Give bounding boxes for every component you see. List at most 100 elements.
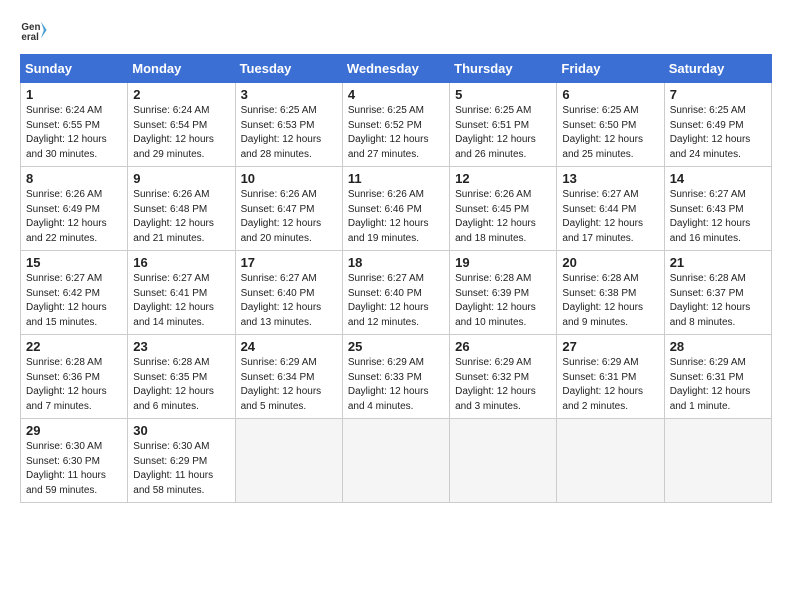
day-info: Sunrise: 6:28 AM Sunset: 6:36 PM Dayligh… bbox=[26, 356, 122, 414]
day-info: Sunrise: 6:25 AM Sunset: 6:49 PM Dayligh… bbox=[670, 104, 766, 162]
day-info: Sunrise: 6:25 AM Sunset: 6:51 PM Dayligh… bbox=[455, 104, 551, 162]
day-number: 23 bbox=[133, 339, 229, 354]
svg-text:eral: eral bbox=[21, 32, 39, 43]
day-info: Sunrise: 6:26 AM Sunset: 6:45 PM Dayligh… bbox=[455, 188, 551, 246]
day-info: Sunrise: 6:27 AM Sunset: 6:41 PM Dayligh… bbox=[133, 272, 229, 330]
weekday-header: Monday bbox=[128, 55, 235, 83]
day-info: Sunrise: 6:26 AM Sunset: 6:46 PM Dayligh… bbox=[348, 188, 444, 246]
calendar-cell: 13 Sunrise: 6:27 AM Sunset: 6:44 PM Dayl… bbox=[557, 167, 664, 251]
calendar-cell bbox=[557, 419, 664, 503]
day-number: 12 bbox=[455, 171, 551, 186]
day-info: Sunrise: 6:25 AM Sunset: 6:52 PM Dayligh… bbox=[348, 104, 444, 162]
day-number: 17 bbox=[241, 255, 337, 270]
day-info: Sunrise: 6:27 AM Sunset: 6:40 PM Dayligh… bbox=[348, 272, 444, 330]
calendar-cell: 11 Sunrise: 6:26 AM Sunset: 6:46 PM Dayl… bbox=[342, 167, 449, 251]
calendar-cell: 16 Sunrise: 6:27 AM Sunset: 6:41 PM Dayl… bbox=[128, 251, 235, 335]
day-info: Sunrise: 6:27 AM Sunset: 6:42 PM Dayligh… bbox=[26, 272, 122, 330]
day-info: Sunrise: 6:28 AM Sunset: 6:37 PM Dayligh… bbox=[670, 272, 766, 330]
day-info: Sunrise: 6:27 AM Sunset: 6:43 PM Dayligh… bbox=[670, 188, 766, 246]
day-number: 10 bbox=[241, 171, 337, 186]
day-number: 25 bbox=[348, 339, 444, 354]
day-number: 28 bbox=[670, 339, 766, 354]
calendar-cell: 27 Sunrise: 6:29 AM Sunset: 6:31 PM Dayl… bbox=[557, 335, 664, 419]
day-info: Sunrise: 6:28 AM Sunset: 6:38 PM Dayligh… bbox=[562, 272, 658, 330]
calendar-cell: 17 Sunrise: 6:27 AM Sunset: 6:40 PM Dayl… bbox=[235, 251, 342, 335]
day-number: 4 bbox=[348, 87, 444, 102]
day-number: 8 bbox=[26, 171, 122, 186]
calendar-cell: 2 Sunrise: 6:24 AM Sunset: 6:54 PM Dayli… bbox=[128, 83, 235, 167]
calendar-cell: 20 Sunrise: 6:28 AM Sunset: 6:38 PM Dayl… bbox=[557, 251, 664, 335]
calendar-cell: 8 Sunrise: 6:26 AM Sunset: 6:49 PM Dayli… bbox=[21, 167, 128, 251]
calendar-week-row: 22 Sunrise: 6:28 AM Sunset: 6:36 PM Dayl… bbox=[21, 335, 772, 419]
day-number: 7 bbox=[670, 87, 766, 102]
logo-icon: Gen eral bbox=[20, 16, 48, 44]
calendar-cell: 6 Sunrise: 6:25 AM Sunset: 6:50 PM Dayli… bbox=[557, 83, 664, 167]
day-info: Sunrise: 6:27 AM Sunset: 6:40 PM Dayligh… bbox=[241, 272, 337, 330]
weekday-header: Friday bbox=[557, 55, 664, 83]
calendar-cell bbox=[664, 419, 771, 503]
day-number: 14 bbox=[670, 171, 766, 186]
calendar-cell bbox=[450, 419, 557, 503]
calendar-week-row: 1 Sunrise: 6:24 AM Sunset: 6:55 PM Dayli… bbox=[21, 83, 772, 167]
day-info: Sunrise: 6:25 AM Sunset: 6:53 PM Dayligh… bbox=[241, 104, 337, 162]
logo: Gen eral bbox=[20, 16, 52, 44]
page-header: Gen eral bbox=[20, 16, 772, 44]
day-number: 22 bbox=[26, 339, 122, 354]
day-info: Sunrise: 6:24 AM Sunset: 6:55 PM Dayligh… bbox=[26, 104, 122, 162]
calendar-cell: 24 Sunrise: 6:29 AM Sunset: 6:34 PM Dayl… bbox=[235, 335, 342, 419]
day-number: 5 bbox=[455, 87, 551, 102]
calendar-cell: 28 Sunrise: 6:29 AM Sunset: 6:31 PM Dayl… bbox=[664, 335, 771, 419]
day-number: 24 bbox=[241, 339, 337, 354]
day-info: Sunrise: 6:24 AM Sunset: 6:54 PM Dayligh… bbox=[133, 104, 229, 162]
day-info: Sunrise: 6:27 AM Sunset: 6:44 PM Dayligh… bbox=[562, 188, 658, 246]
calendar-cell: 15 Sunrise: 6:27 AM Sunset: 6:42 PM Dayl… bbox=[21, 251, 128, 335]
day-info: Sunrise: 6:26 AM Sunset: 6:47 PM Dayligh… bbox=[241, 188, 337, 246]
calendar-week-row: 8 Sunrise: 6:26 AM Sunset: 6:49 PM Dayli… bbox=[21, 167, 772, 251]
day-number: 19 bbox=[455, 255, 551, 270]
calendar-cell: 26 Sunrise: 6:29 AM Sunset: 6:32 PM Dayl… bbox=[450, 335, 557, 419]
day-number: 21 bbox=[670, 255, 766, 270]
day-number: 6 bbox=[562, 87, 658, 102]
day-info: Sunrise: 6:28 AM Sunset: 6:35 PM Dayligh… bbox=[133, 356, 229, 414]
weekday-header-row: SundayMondayTuesdayWednesdayThursdayFrid… bbox=[21, 55, 772, 83]
day-number: 9 bbox=[133, 171, 229, 186]
calendar-cell: 3 Sunrise: 6:25 AM Sunset: 6:53 PM Dayli… bbox=[235, 83, 342, 167]
calendar-cell: 18 Sunrise: 6:27 AM Sunset: 6:40 PM Dayl… bbox=[342, 251, 449, 335]
day-info: Sunrise: 6:26 AM Sunset: 6:48 PM Dayligh… bbox=[133, 188, 229, 246]
calendar-cell: 23 Sunrise: 6:28 AM Sunset: 6:35 PM Dayl… bbox=[128, 335, 235, 419]
day-info: Sunrise: 6:30 AM Sunset: 6:30 PM Dayligh… bbox=[26, 440, 122, 498]
weekday-header: Thursday bbox=[450, 55, 557, 83]
calendar-cell: 9 Sunrise: 6:26 AM Sunset: 6:48 PM Dayli… bbox=[128, 167, 235, 251]
calendar-cell: 12 Sunrise: 6:26 AM Sunset: 6:45 PM Dayl… bbox=[450, 167, 557, 251]
day-number: 11 bbox=[348, 171, 444, 186]
calendar-cell: 19 Sunrise: 6:28 AM Sunset: 6:39 PM Dayl… bbox=[450, 251, 557, 335]
day-info: Sunrise: 6:30 AM Sunset: 6:29 PM Dayligh… bbox=[133, 440, 229, 498]
day-number: 30 bbox=[133, 423, 229, 438]
day-number: 15 bbox=[26, 255, 122, 270]
calendar-cell: 1 Sunrise: 6:24 AM Sunset: 6:55 PM Dayli… bbox=[21, 83, 128, 167]
day-number: 1 bbox=[26, 87, 122, 102]
day-info: Sunrise: 6:29 AM Sunset: 6:33 PM Dayligh… bbox=[348, 356, 444, 414]
day-number: 20 bbox=[562, 255, 658, 270]
day-info: Sunrise: 6:29 AM Sunset: 6:34 PM Dayligh… bbox=[241, 356, 337, 414]
day-info: Sunrise: 6:29 AM Sunset: 6:31 PM Dayligh… bbox=[562, 356, 658, 414]
day-info: Sunrise: 6:29 AM Sunset: 6:32 PM Dayligh… bbox=[455, 356, 551, 414]
day-number: 26 bbox=[455, 339, 551, 354]
calendar-cell: 10 Sunrise: 6:26 AM Sunset: 6:47 PM Dayl… bbox=[235, 167, 342, 251]
calendar-week-row: 29 Sunrise: 6:30 AM Sunset: 6:30 PM Dayl… bbox=[21, 419, 772, 503]
calendar-cell: 30 Sunrise: 6:30 AM Sunset: 6:29 PM Dayl… bbox=[128, 419, 235, 503]
day-number: 2 bbox=[133, 87, 229, 102]
calendar-cell: 21 Sunrise: 6:28 AM Sunset: 6:37 PM Dayl… bbox=[664, 251, 771, 335]
calendar-cell: 22 Sunrise: 6:28 AM Sunset: 6:36 PM Dayl… bbox=[21, 335, 128, 419]
calendar-cell: 14 Sunrise: 6:27 AM Sunset: 6:43 PM Dayl… bbox=[664, 167, 771, 251]
weekday-header: Sunday bbox=[21, 55, 128, 83]
day-number: 18 bbox=[348, 255, 444, 270]
day-info: Sunrise: 6:29 AM Sunset: 6:31 PM Dayligh… bbox=[670, 356, 766, 414]
day-number: 3 bbox=[241, 87, 337, 102]
calendar-cell bbox=[235, 419, 342, 503]
weekday-header: Tuesday bbox=[235, 55, 342, 83]
day-info: Sunrise: 6:26 AM Sunset: 6:49 PM Dayligh… bbox=[26, 188, 122, 246]
calendar-cell: 25 Sunrise: 6:29 AM Sunset: 6:33 PM Dayl… bbox=[342, 335, 449, 419]
calendar-table: SundayMondayTuesdayWednesdayThursdayFrid… bbox=[20, 54, 772, 503]
weekday-header: Wednesday bbox=[342, 55, 449, 83]
